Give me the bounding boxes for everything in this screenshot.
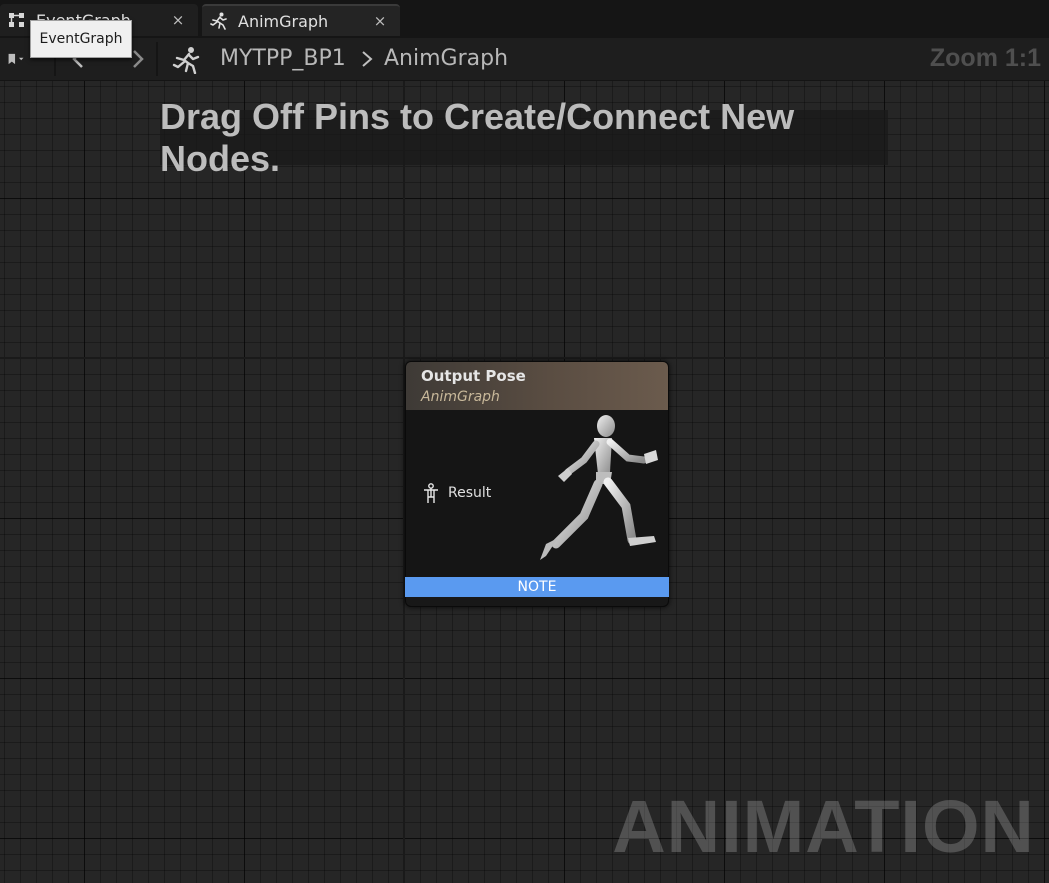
node-note-bar[interactable]: NOTE	[405, 577, 669, 597]
close-icon[interactable]: ×	[370, 12, 390, 30]
node-title: Output Pose	[421, 367, 526, 385]
tab-bar: EventGraph × AnimGraph ×	[0, 0, 1049, 38]
bookmark-button[interactable]	[6, 48, 28, 70]
running-mannequin-icon	[540, 415, 658, 560]
graph-hint-banner: Drag Off Pins to Create/Connect New Node…	[160, 96, 888, 179]
breadcrumb-root[interactable]: MYTPP_BP1	[220, 46, 346, 71]
tab-tooltip: EventGraph	[30, 20, 132, 58]
bookmark-icon	[8, 53, 24, 65]
node-subtitle: AnimGraph	[421, 389, 500, 405]
pose-pin-icon[interactable]	[422, 483, 440, 505]
graph-toolbar: MYTPP_BP1 AnimGraph Zoom 1:1	[0, 38, 1049, 81]
running-figure-icon	[172, 47, 200, 74]
tab-label: AnimGraph	[238, 11, 329, 31]
zoom-label: Zoom 1:1	[929, 44, 1041, 72]
event-graph-icon	[8, 11, 26, 29]
chevron-right-icon	[362, 51, 373, 67]
node-header: Output Pose AnimGraph	[406, 362, 668, 410]
toolbar-separator	[156, 42, 158, 76]
tab-anim-graph[interactable]: AnimGraph ×	[202, 4, 400, 36]
result-pin-label: Result	[448, 485, 492, 501]
graph-type-watermark: ANIMATION	[612, 785, 1035, 868]
breadcrumb-current: AnimGraph	[384, 46, 509, 71]
close-icon[interactable]: ×	[168, 11, 188, 29]
output-pose-node[interactable]: Output Pose AnimGraph Result	[405, 361, 669, 607]
running-figure-icon	[210, 12, 228, 30]
